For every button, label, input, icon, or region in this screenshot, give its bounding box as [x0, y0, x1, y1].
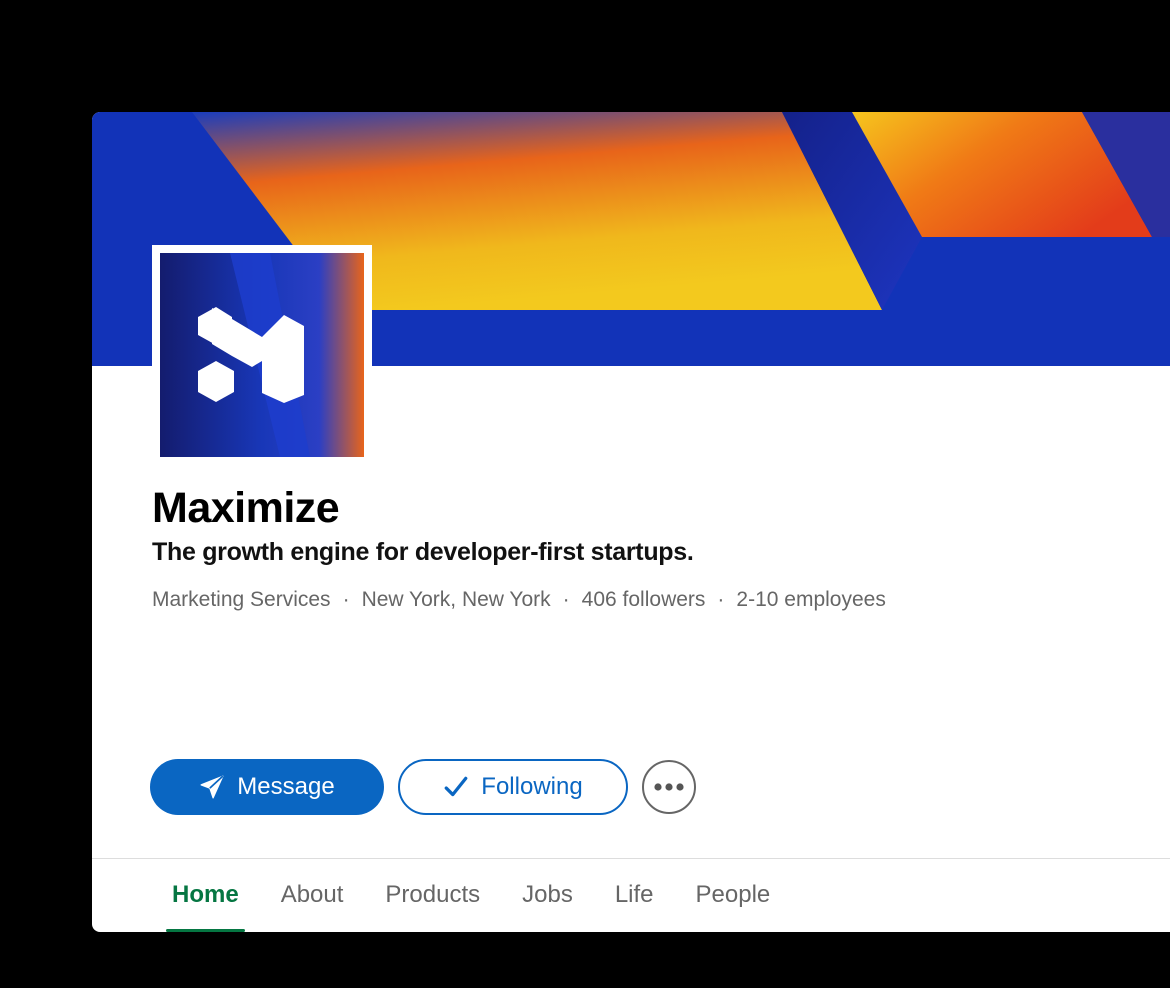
message-button[interactable]: Message — [150, 759, 384, 815]
more-horizontal-icon — [654, 783, 684, 791]
tab-products[interactable]: Products — [385, 874, 480, 932]
company-meta: Marketing Services · New York, New York … — [152, 588, 886, 612]
company-page-card: Maximize The growth engine for developer… — [92, 112, 1170, 932]
message-button-label: Message — [237, 773, 335, 800]
following-button-label: Following — [481, 773, 583, 800]
checkmark-icon — [444, 776, 468, 797]
section-divider — [92, 858, 1170, 859]
separator-dot: · — [562, 588, 570, 611]
location: New York, New York — [361, 588, 551, 611]
tab-jobs[interactable]: Jobs — [522, 874, 573, 932]
company-name: Maximize — [152, 484, 340, 532]
tab-life[interactable]: Life — [615, 874, 654, 932]
tab-people[interactable]: People — [696, 874, 771, 932]
employees-count[interactable]: 2-10 employees — [736, 588, 885, 612]
separator-dot: · — [342, 588, 350, 611]
send-icon — [200, 775, 224, 799]
tab-home[interactable]: Home — [166, 874, 245, 932]
more-options-button[interactable] — [642, 760, 696, 814]
company-logo[interactable] — [152, 245, 372, 458]
separator-dot: · — [717, 588, 725, 611]
company-tabs: Home About Products Jobs Life People — [166, 874, 812, 932]
following-button[interactable]: Following — [398, 759, 628, 815]
followers-count[interactable]: 406 followers — [582, 588, 706, 612]
company-tagline: The growth engine for developer-first st… — [152, 538, 694, 566]
industry: Marketing Services — [152, 588, 331, 611]
tab-about[interactable]: About — [281, 874, 344, 932]
